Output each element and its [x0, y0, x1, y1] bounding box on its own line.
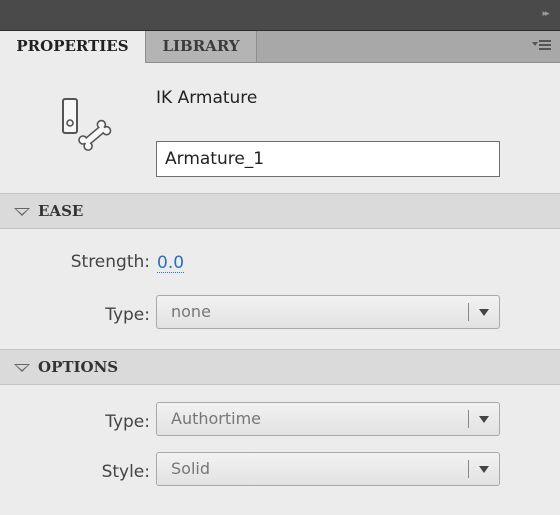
- chevron-down-icon: [479, 309, 489, 316]
- style-label: Style:: [101, 462, 150, 482]
- ease-type-dropdown[interactable]: none: [156, 295, 500, 329]
- section-options-header[interactable]: OPTIONS: [0, 349, 560, 385]
- ease-type-label: Type:: [105, 305, 150, 325]
- instance-name-input[interactable]: [156, 141, 500, 177]
- dropdown-separator: [468, 303, 469, 321]
- options-type-dropdown[interactable]: Authortime: [156, 402, 500, 436]
- collapse-chevron-icon: [14, 208, 30, 216]
- tab-properties[interactable]: PROPERTIES: [0, 31, 146, 63]
- chevron-down-icon: [479, 416, 489, 423]
- style-dropdown[interactable]: Solid: [156, 452, 500, 486]
- strength-value[interactable]: 0.0: [157, 254, 185, 273]
- options-type-value: Authortime: [171, 409, 262, 428]
- options-type-label: Type:: [105, 412, 150, 432]
- panel-tab-bar: PROPERTIES LIBRARY: [0, 31, 560, 63]
- section-ease-title: EASE: [38, 202, 84, 220]
- section-options-title: OPTIONS: [38, 358, 119, 376]
- panel-menu-icon[interactable]: [532, 39, 552, 53]
- collapse-panel-icon[interactable]: ▸▸: [538, 8, 552, 20]
- tab-library[interactable]: LIBRARY: [146, 31, 257, 62]
- dropdown-separator: [468, 410, 469, 428]
- object-type-label: IK Armature: [156, 88, 258, 108]
- ik-armature-icon: [62, 98, 112, 151]
- chevron-down-icon: [479, 466, 489, 473]
- ease-type-value: none: [171, 302, 211, 321]
- panel-title-bar: ▸▸: [0, 0, 560, 31]
- dropdown-separator: [468, 460, 469, 478]
- style-value: Solid: [171, 459, 210, 478]
- collapse-chevron-icon: [14, 364, 30, 372]
- section-ease-header[interactable]: EASE: [0, 193, 560, 229]
- strength-label: Strength:: [70, 252, 150, 272]
